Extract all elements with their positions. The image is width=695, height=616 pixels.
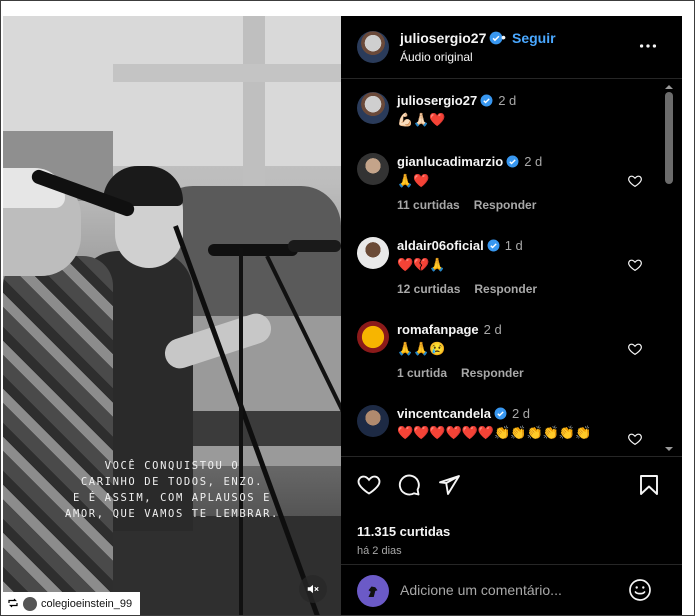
comment-time: 2 d	[511, 406, 531, 421]
heart-icon[interactable]	[627, 341, 643, 357]
video-mic-stand-center	[239, 248, 243, 615]
post-actions: 11.315 curtidas há 2 dias	[341, 456, 682, 564]
header-separator: •	[501, 29, 506, 45]
likes-count[interactable]: 11.315 curtidas	[357, 524, 450, 539]
commenter-username[interactable]: aldair06oficial 1 d	[397, 238, 523, 253]
share-icon[interactable]	[437, 473, 461, 497]
reply-button[interactable]: Responder	[474, 282, 537, 296]
comment-meta: 11 curtidas Responder	[397, 198, 536, 212]
commenter-avatar[interactable]	[357, 237, 389, 269]
comment-meta: 1 curtida Responder	[397, 366, 524, 380]
comment-time: 2 d	[524, 154, 543, 169]
commenter-username-text: romafanpage	[397, 322, 479, 337]
verified-badge-icon	[480, 94, 493, 107]
video-caption-line: E É ASSIM, COM APLAUSOS E	[72, 492, 272, 504]
more-options-icon[interactable]	[637, 35, 659, 57]
repost-avatar	[23, 597, 37, 611]
mute-button[interactable]	[299, 575, 327, 603]
verified-badge-icon	[487, 239, 500, 252]
comment-meta: 12 curtidas Responder	[397, 282, 537, 296]
comment-time: 2 d	[483, 322, 502, 337]
post-video[interactable]: VOCÊ CONQUISTOU O CARINHO DE TODOS, ENZO…	[3, 16, 341, 615]
video-guitarist-body	[3, 256, 113, 615]
commenter-avatar[interactable]	[357, 405, 389, 437]
video-caption: VOCÊ CONQUISTOU O CARINHO DE TODOS, ENZO…	[3, 458, 341, 522]
post-header: juliosergio27 • Seguir Áudio original	[341, 16, 682, 79]
commenter-username[interactable]: vincentcandela 2 d	[397, 406, 530, 421]
commenter-avatar[interactable]	[357, 321, 389, 353]
comment-text: ❤️💔🙏	[397, 257, 446, 272]
comment-input[interactable]	[400, 580, 610, 600]
comments-list[interactable]: juliosergio27 2 d 💪🏻🙏🏻❤️ gianlucadimarzio…	[341, 80, 682, 456]
video-mic-right	[288, 240, 341, 252]
comment-text: ❤️❤️❤️❤️❤️❤️👏👏👏👏👏👏	[397, 425, 592, 440]
video-caption-line: VOCÊ CONQUISTOU O	[104, 460, 240, 472]
horse-icon	[368, 586, 378, 597]
heart-icon[interactable]	[357, 473, 381, 497]
comment-likes[interactable]: 12 curtidas	[397, 282, 460, 296]
author-username[interactable]: juliosergio27	[400, 30, 503, 46]
reply-button[interactable]: Responder	[474, 198, 537, 212]
heart-icon[interactable]	[627, 431, 643, 447]
author-avatar[interactable]	[357, 31, 389, 63]
repost-attribution[interactable]: colegioeinstein_99	[3, 592, 141, 616]
instagram-post-modal: VOCÊ CONQUISTOU O CARINHO DE TODOS, ENZO…	[0, 0, 695, 616]
comment-time: 1 d	[504, 238, 523, 253]
commenter-avatar[interactable]	[357, 153, 389, 185]
commenter-username-text: vincentcandela	[397, 406, 491, 421]
verified-badge-icon	[494, 407, 507, 420]
mute-icon	[307, 584, 319, 594]
comment-composer	[341, 564, 682, 615]
comment-text: 🙏❤️	[397, 173, 430, 188]
scrollbar-thumb[interactable]	[665, 92, 673, 184]
verified-badge-icon	[506, 155, 519, 168]
commenter-username-text: gianlucadimarzio	[397, 154, 504, 169]
comment-icon[interactable]	[397, 473, 421, 497]
repost-username[interactable]: colegioeinstein_99	[41, 598, 132, 610]
video-mic-center	[208, 244, 298, 256]
comment-likes[interactable]: 11 curtidas	[397, 198, 460, 212]
comment-text: 🙏🙏😢	[397, 341, 446, 356]
follow-button[interactable]: Seguir	[512, 30, 556, 46]
commenter-username-text: juliosergio27	[397, 93, 478, 108]
author-username-text: juliosergio27	[400, 30, 487, 46]
comment-text: 💪🏻🙏🏻❤️	[397, 112, 446, 127]
commenter-username[interactable]: gianlucadimarzio 2 d	[397, 154, 542, 169]
comments-scrollbar[interactable]	[663, 80, 675, 456]
commenter-username[interactable]: juliosergio27 2 d	[397, 93, 516, 108]
heart-icon[interactable]	[627, 173, 643, 189]
current-user-avatar	[357, 575, 389, 607]
video-ceiling-beam	[113, 64, 341, 82]
original-audio-link[interactable]: Áudio original	[400, 50, 473, 64]
reply-button[interactable]: Responder	[461, 366, 524, 380]
heart-icon[interactable]	[627, 257, 643, 273]
scroll-up-arrow-icon[interactable]	[664, 82, 674, 92]
bookmark-icon[interactable]	[637, 473, 661, 497]
comment-time: 2 d	[498, 93, 517, 108]
commenter-username-text: aldair06oficial	[397, 238, 484, 253]
video-caption-line: AMOR, QUE VAMOS TE LEMBRAR.	[65, 508, 279, 520]
repost-icon	[7, 597, 19, 612]
post-timestamp: há 2 dias	[357, 545, 402, 557]
emoji-icon[interactable]	[628, 578, 652, 602]
commenter-avatar[interactable]	[357, 92, 389, 124]
post-side-panel: juliosergio27 • Seguir Áudio original ju…	[341, 16, 682, 615]
commenter-username[interactable]: romafanpage 2 d	[397, 322, 502, 337]
scroll-down-arrow-icon[interactable]	[664, 444, 674, 454]
comment-likes[interactable]: 1 curtida	[397, 366, 447, 380]
video-caption-line: CARINHO DE TODOS, ENZO.	[80, 476, 264, 488]
video-keyboard	[173, 411, 341, 446]
